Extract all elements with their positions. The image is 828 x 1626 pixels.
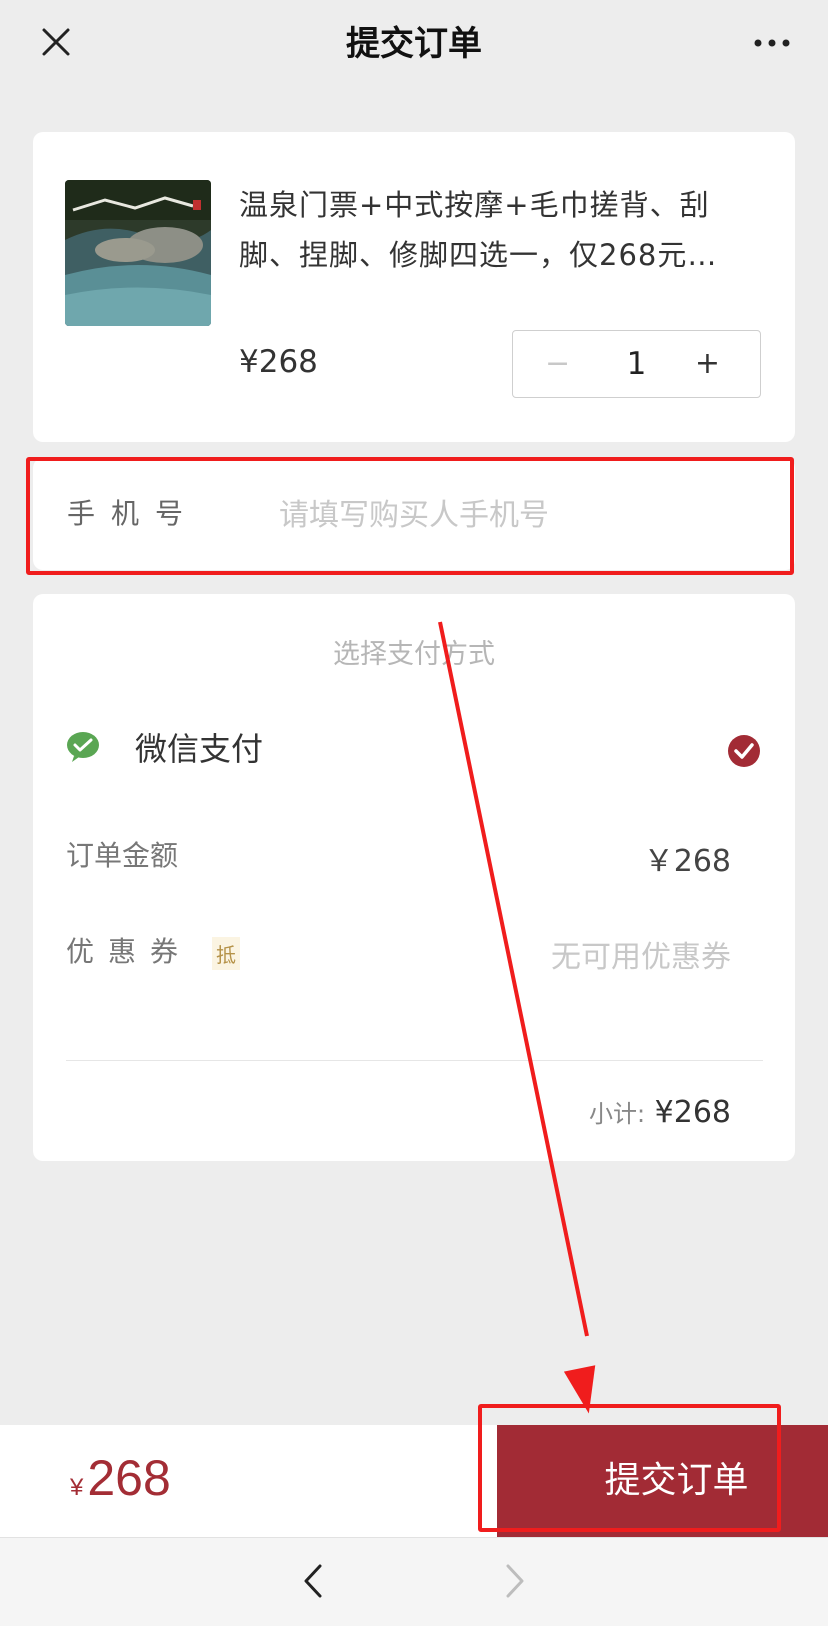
total-amount: 268 [87,1450,171,1506]
product-card: 温泉门票+中式按摩+毛巾搓背、刮脚、捏脚、修脚四选一，仅268元… ¥268 −… [33,132,795,442]
top-bar: 提交订单 [0,0,828,88]
product-title[interactable]: 温泉门票+中式按摩+毛巾搓背、刮脚、捏脚、修脚四选一，仅268元… [239,180,739,280]
bottom-action-bar: ¥268 提交订单 [0,1425,828,1537]
coupon-row[interactable]: 优惠券抵 [66,930,241,970]
quantity-stepper: − 1 + [512,330,761,398]
wechat-pay-option[interactable]: 微信支付 [135,724,263,770]
wechat-pay-icon [67,732,99,762]
phone-card: 手机号 [33,458,795,570]
product-price: ¥268 [239,344,318,380]
payment-card: 选择支付方式 微信支付 订单金额 ￥268 优惠券抵 无可用优惠券 小计: ¥2… [33,594,795,1161]
hot-spring-photo [65,180,211,326]
subtotal-value: ¥268 [654,1095,731,1130]
subtotal-label: 小计: [589,1100,646,1128]
more-dots-icon[interactable] [752,30,792,56]
product-thumbnail [65,180,211,326]
coupon-label: 优惠券 [66,935,193,968]
quantity-value[interactable]: 1 [513,331,760,397]
coupon-tag: 抵 [212,936,241,970]
subtotal: 小计: ¥268 [589,1094,731,1130]
submit-order-button[interactable]: 提交订单 [497,1425,828,1537]
chevron-right-icon[interactable] [500,1560,530,1602]
browser-nav-bar [0,1537,828,1626]
phone-input[interactable] [277,488,761,542]
divider [66,1060,763,1061]
order-amount-value: ￥268 [643,844,731,879]
increase-button[interactable]: + [695,331,720,397]
payment-heading: 选择支付方式 [333,639,495,670]
selected-check-icon[interactable] [727,734,761,768]
page-title: 提交订单 [346,24,482,64]
total-price: ¥268 [70,1449,171,1507]
coupon-value[interactable]: 无可用优惠券 [551,932,731,976]
currency-symbol: ¥ [70,1474,84,1501]
chevron-left-icon[interactable] [298,1560,328,1602]
order-amount-label: 订单金额 [66,839,179,872]
phone-label: 手机号 [67,497,200,530]
